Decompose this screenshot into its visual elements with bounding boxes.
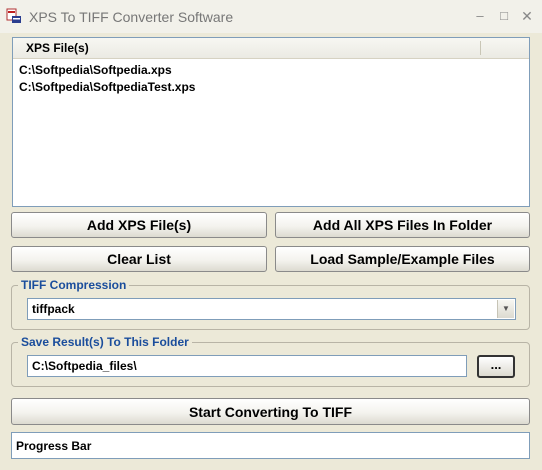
- save-folder-input[interactable]: [27, 355, 467, 377]
- clear-list-button[interactable]: Clear List: [11, 246, 267, 272]
- load-samples-button[interactable]: Load Sample/Example Files: [275, 246, 530, 272]
- add-xps-files-button[interactable]: Add XPS File(s): [11, 212, 267, 238]
- close-button[interactable]: ✕: [516, 7, 538, 25]
- save-folder-group: Save Result(s) To This Folder ...: [11, 335, 530, 387]
- start-converting-button[interactable]: Start Converting To TIFF: [11, 398, 530, 425]
- file-list-rows: C:\Softpedia\Softpedia.xps C:\Softpedia\…: [19, 62, 195, 96]
- file-list-header[interactable]: XPS File(s): [13, 38, 529, 59]
- tiff-compression-label: TIFF Compression: [18, 278, 130, 292]
- progress-bar: Progress Bar: [11, 432, 530, 459]
- progress-bar-label: Progress Bar: [16, 439, 92, 453]
- window-title: XPS To TIFF Converter Software: [29, 9, 234, 25]
- maximize-button[interactable]: □: [493, 7, 515, 25]
- tiff-compression-group: TIFF Compression tiffpack ▼: [11, 278, 530, 330]
- column-header-xps-files[interactable]: XPS File(s): [26, 41, 89, 55]
- minimize-button[interactable]: –: [469, 7, 491, 25]
- title-bar: XPS To TIFF Converter Software – □ ✕: [0, 0, 542, 34]
- app-icon: [6, 8, 21, 23]
- main-panel: XPS File(s) C:\Softpedia\Softpedia.xps C…: [0, 33, 542, 470]
- list-item[interactable]: C:\Softpedia\SoftpediaTest.xps: [19, 79, 195, 96]
- list-item[interactable]: C:\Softpedia\Softpedia.xps: [19, 62, 195, 79]
- add-folder-button[interactable]: Add All XPS Files In Folder: [275, 212, 530, 238]
- browse-folder-button[interactable]: ...: [477, 355, 515, 378]
- chevron-down-icon[interactable]: ▼: [497, 300, 514, 318]
- tiff-compression-select[interactable]: tiffpack ▼: [27, 298, 516, 320]
- file-list[interactable]: XPS File(s) C:\Softpedia\Softpedia.xps C…: [12, 37, 530, 207]
- save-folder-label: Save Result(s) To This Folder: [18, 335, 192, 349]
- tiff-compression-value: tiffpack: [32, 302, 75, 316]
- column-separator[interactable]: [480, 41, 481, 55]
